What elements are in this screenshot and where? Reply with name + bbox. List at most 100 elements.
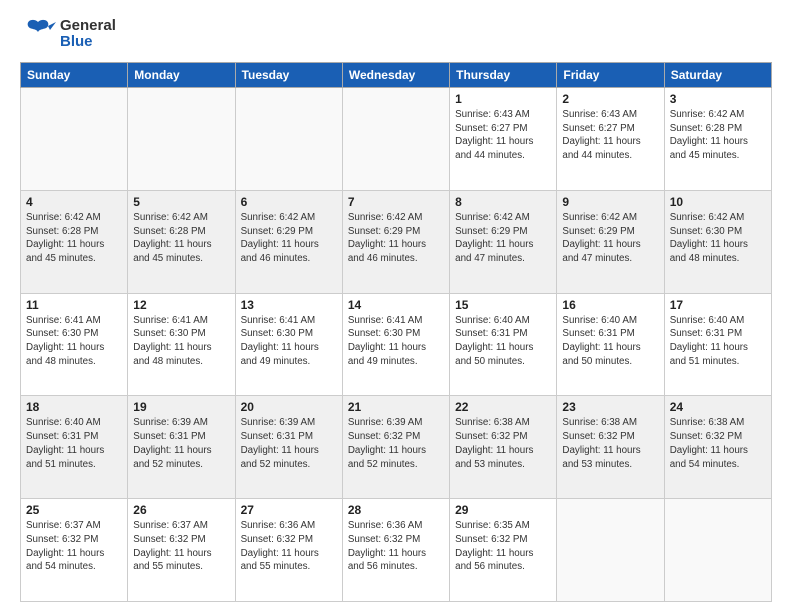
day-info: Sunrise: 6:43 AMSunset: 6:27 PMDaylight:…: [562, 108, 658, 163]
calendar-cell: 17 Sunrise: 6:40 AMSunset: 6:31 PMDayligh…: [664, 293, 771, 396]
day-info: Sunrise: 6:42 AMSunset: 6:30 PMDaylight:…: [670, 211, 766, 266]
day-info: Sunrise: 6:39 AMSunset: 6:31 PMDaylight:…: [133, 416, 229, 471]
calendar-cell: 22 Sunrise: 6:38 AMSunset: 6:32 PMDayligh…: [450, 396, 557, 499]
day-info: Sunrise: 6:38 AMSunset: 6:32 PMDaylight:…: [455, 416, 551, 471]
calendar-cell: 5 Sunrise: 6:42 AMSunset: 6:28 PMDaylight…: [128, 190, 235, 293]
day-info: Sunrise: 6:36 AMSunset: 6:32 PMDaylight:…: [241, 519, 337, 574]
day-number: 23: [562, 400, 658, 414]
logo-text: General Blue: [60, 18, 116, 51]
day-number: 26: [133, 503, 229, 517]
day-number: 11: [26, 298, 122, 312]
calendar-cell: 2 Sunrise: 6:43 AMSunset: 6:27 PMDaylight…: [557, 88, 664, 191]
day-info: Sunrise: 6:42 AMSunset: 6:29 PMDaylight:…: [348, 211, 444, 266]
calendar-cell: 19 Sunrise: 6:39 AMSunset: 6:31 PMDayligh…: [128, 396, 235, 499]
day-number: 7: [348, 195, 444, 209]
day-number: 17: [670, 298, 766, 312]
day-info: Sunrise: 6:41 AMSunset: 6:30 PMDaylight:…: [133, 314, 229, 369]
day-info: Sunrise: 6:42 AMSunset: 6:28 PMDaylight:…: [133, 211, 229, 266]
calendar-week-row: 4 Sunrise: 6:42 AMSunset: 6:28 PMDaylight…: [21, 190, 772, 293]
day-info: Sunrise: 6:43 AMSunset: 6:27 PMDaylight:…: [455, 108, 551, 163]
day-info: Sunrise: 6:41 AMSunset: 6:30 PMDaylight:…: [241, 314, 337, 369]
calendar-cell: 4Sunrise: 6:42 AMSunset: 6:28 PMDaylight…: [21, 190, 128, 293]
day-info: Sunrise: 6:41 AMSunset: 6:30 PMDaylight:…: [26, 314, 122, 369]
day-info: Sunrise: 6:40 AMSunset: 6:31 PMDaylight:…: [26, 416, 122, 471]
day-header-friday: Friday: [557, 63, 664, 88]
calendar-cell: 14 Sunrise: 6:41 AMSunset: 6:30 PMDayligh…: [342, 293, 449, 396]
day-info: Sunrise: 6:42 AMSunset: 6:29 PMDaylight:…: [562, 211, 658, 266]
calendar-cell: 24 Sunrise: 6:38 AMSunset: 6:32 PMDayligh…: [664, 396, 771, 499]
day-info: Sunrise: 6:39 AMSunset: 6:32 PMDaylight:…: [348, 416, 444, 471]
day-info: Sunrise: 6:35 AMSunset: 6:32 PMDaylight:…: [455, 519, 551, 574]
day-header-sunday: Sunday: [21, 63, 128, 88]
day-number: 1: [455, 92, 551, 106]
day-number: 14: [348, 298, 444, 312]
day-header-tuesday: Tuesday: [235, 63, 342, 88]
day-number: 3: [670, 92, 766, 106]
day-header-saturday: Saturday: [664, 63, 771, 88]
calendar-cell: 20 Sunrise: 6:39 AMSunset: 6:31 PMDayligh…: [235, 396, 342, 499]
day-number: 28: [348, 503, 444, 517]
calendar-cell: 10 Sunrise: 6:42 AMSunset: 6:30 PMDayligh…: [664, 190, 771, 293]
calendar-cell: [664, 499, 771, 602]
day-number: 22: [455, 400, 551, 414]
day-number: 29: [455, 503, 551, 517]
calendar-cell: 11 Sunrise: 6:41 AMSunset: 6:30 PMDayligh…: [21, 293, 128, 396]
calendar-cell: 9 Sunrise: 6:42 AMSunset: 6:29 PMDaylight…: [557, 190, 664, 293]
day-info: Sunrise: 6:40 AMSunset: 6:31 PMDaylight:…: [670, 314, 766, 369]
calendar-cell: 18 Sunrise: 6:40 AMSunset: 6:31 PMDayligh…: [21, 396, 128, 499]
calendar-week-row: 1 Sunrise: 6:43 AMSunset: 6:27 PMDaylight…: [21, 88, 772, 191]
calendar-cell: 27 Sunrise: 6:36 AMSunset: 6:32 PMDayligh…: [235, 499, 342, 602]
day-number: 8: [455, 195, 551, 209]
day-number: 25: [26, 503, 122, 517]
logo: General Blue: [20, 16, 116, 52]
calendar-week-row: 18 Sunrise: 6:40 AMSunset: 6:31 PMDayligh…: [21, 396, 772, 499]
day-info: Sunrise: 6:36 AMSunset: 6:32 PMDaylight:…: [348, 519, 444, 574]
calendar-week-row: 25 Sunrise: 6:37 AMSunset: 6:32 PMDayligh…: [21, 499, 772, 602]
day-info: Sunrise: 6:38 AMSunset: 6:32 PMDaylight:…: [562, 416, 658, 471]
logo-general: General: [60, 18, 116, 35]
page-header: General Blue: [20, 16, 772, 52]
calendar-table: SundayMondayTuesdayWednesdayThursdayFrid…: [20, 62, 772, 602]
calendar-cell: 13 Sunrise: 6:41 AMSunset: 6:30 PMDayligh…: [235, 293, 342, 396]
calendar-cell: [128, 88, 235, 191]
calendar-cell: 6 Sunrise: 6:42 AMSunset: 6:29 PMDaylight…: [235, 190, 342, 293]
calendar-cell: 26Sunrise: 6:37 AMSunset: 6:32 PMDayligh…: [128, 499, 235, 602]
calendar-cell: 15Sunrise: 6:40 AMSunset: 6:31 PMDayligh…: [450, 293, 557, 396]
day-number: 10: [670, 195, 766, 209]
day-number: 18: [26, 400, 122, 414]
calendar-cell: [21, 88, 128, 191]
day-info: Sunrise: 6:38 AMSunset: 6:32 PMDaylight:…: [670, 416, 766, 471]
logo-blue: Blue: [60, 34, 116, 51]
day-number: 5: [133, 195, 229, 209]
day-info: Sunrise: 6:42 AMSunset: 6:29 PMDaylight:…: [241, 211, 337, 266]
calendar-cell: 8Sunrise: 6:42 AMSunset: 6:29 PMDaylight…: [450, 190, 557, 293]
day-info: Sunrise: 6:37 AMSunset: 6:32 PMDaylight:…: [26, 519, 122, 574]
calendar-cell: 28 Sunrise: 6:36 AMSunset: 6:32 PMDayligh…: [342, 499, 449, 602]
calendar-cell: 23 Sunrise: 6:38 AMSunset: 6:32 PMDayligh…: [557, 396, 664, 499]
calendar-cell: [557, 499, 664, 602]
day-number: 2: [562, 92, 658, 106]
day-number: 20: [241, 400, 337, 414]
calendar-cell: 16Sunrise: 6:40 AMSunset: 6:31 PMDayligh…: [557, 293, 664, 396]
day-number: 24: [670, 400, 766, 414]
day-info: Sunrise: 6:41 AMSunset: 6:30 PMDaylight:…: [348, 314, 444, 369]
day-header-monday: Monday: [128, 63, 235, 88]
calendar-header-row: SundayMondayTuesdayWednesdayThursdayFrid…: [21, 63, 772, 88]
day-number: 27: [241, 503, 337, 517]
calendar-week-row: 11 Sunrise: 6:41 AMSunset: 6:30 PMDayligh…: [21, 293, 772, 396]
day-header-thursday: Thursday: [450, 63, 557, 88]
day-info: Sunrise: 6:42 AMSunset: 6:28 PMDaylight:…: [670, 108, 766, 163]
day-info: Sunrise: 6:40 AMSunset: 6:31 PMDaylight:…: [455, 314, 551, 369]
logo-bird-icon: [20, 16, 56, 52]
day-number: 13: [241, 298, 337, 312]
day-number: 6: [241, 195, 337, 209]
day-number: 19: [133, 400, 229, 414]
calendar-cell: 3 Sunrise: 6:42 AMSunset: 6:28 PMDaylight…: [664, 88, 771, 191]
day-header-wednesday: Wednesday: [342, 63, 449, 88]
day-number: 12: [133, 298, 229, 312]
day-number: 9: [562, 195, 658, 209]
calendar-cell: [235, 88, 342, 191]
day-number: 4: [26, 195, 122, 209]
calendar-cell: 25 Sunrise: 6:37 AMSunset: 6:32 PMDayligh…: [21, 499, 128, 602]
day-info: Sunrise: 6:39 AMSunset: 6:31 PMDaylight:…: [241, 416, 337, 471]
